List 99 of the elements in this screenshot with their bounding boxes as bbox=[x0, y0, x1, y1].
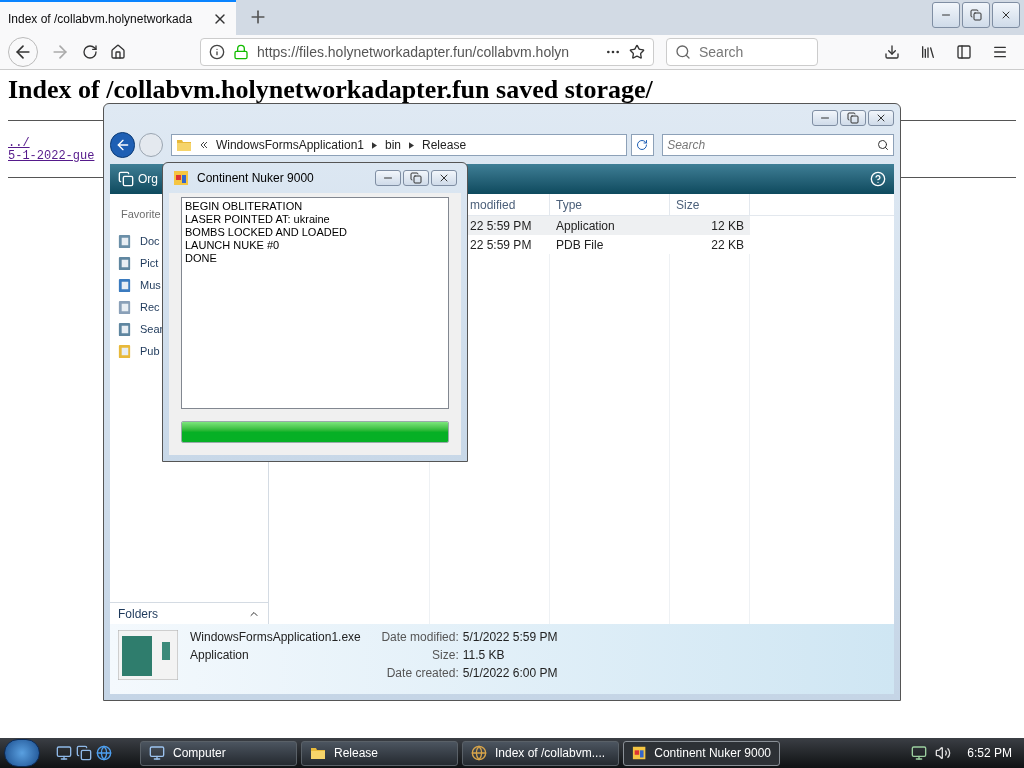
sidebar-icon[interactable] bbox=[956, 44, 972, 60]
browser-icon[interactable] bbox=[96, 745, 112, 761]
type-cell-text: Application bbox=[555, 217, 616, 235]
search-field[interactable]: Search bbox=[699, 41, 809, 63]
restore-icon bbox=[847, 112, 859, 124]
detail-label: Date created: bbox=[385, 665, 459, 682]
log-line: DONE bbox=[185, 252, 218, 265]
maximize-button[interactable] bbox=[403, 170, 429, 186]
search-icon[interactable] bbox=[877, 139, 889, 151]
download-icon[interactable] bbox=[884, 44, 900, 60]
file-type: Application bbox=[190, 647, 250, 664]
nav-item[interactable]: Sear bbox=[110, 318, 164, 341]
folder-icon bbox=[310, 745, 326, 761]
help-icon[interactable] bbox=[870, 171, 886, 187]
taskbar-button[interactable]: Continent Nuker 9000 bbox=[623, 740, 780, 766]
detail-value: 5/1/2022 6:00 PM bbox=[462, 665, 558, 682]
file-link[interactable]: ../ bbox=[8, 137, 30, 150]
back-button[interactable] bbox=[110, 132, 136, 158]
folder-icon bbox=[175, 137, 192, 153]
home-icon[interactable] bbox=[110, 44, 126, 60]
star-icon[interactable] bbox=[629, 44, 645, 60]
column-header[interactable]: Size bbox=[670, 194, 750, 215]
date-cell-text: 22 5:59 PM bbox=[469, 236, 533, 254]
restore-icon bbox=[970, 9, 982, 21]
close-icon bbox=[438, 172, 450, 184]
close-button[interactable] bbox=[431, 170, 457, 186]
clock[interactable]: 6:52 PM bbox=[967, 744, 1012, 762]
minimize-button[interactable] bbox=[932, 2, 960, 28]
pages-icon bbox=[118, 171, 134, 187]
file-icon bbox=[117, 234, 132, 249]
log-line: LAUNCH NUKE #0 bbox=[185, 239, 281, 252]
window-icon bbox=[173, 170, 189, 186]
nav-item[interactable]: Doc bbox=[110, 230, 160, 253]
search-field[interactable]: Search bbox=[667, 136, 877, 154]
start-button[interactable] bbox=[4, 739, 40, 767]
file-icon bbox=[117, 278, 132, 293]
search-icon bbox=[675, 44, 691, 60]
menu-icon[interactable] bbox=[992, 44, 1008, 60]
refresh-icon bbox=[636, 139, 649, 151]
computer-icon bbox=[149, 745, 165, 761]
lock-icon bbox=[233, 44, 249, 60]
type-cell-text: PDB File bbox=[555, 236, 605, 254]
triangle-icon[interactable] bbox=[409, 141, 415, 149]
breadcrumb-item[interactable]: bin bbox=[385, 136, 402, 154]
organize-button[interactable]: Org bbox=[118, 170, 158, 188]
triangle-icon[interactable] bbox=[372, 141, 377, 149]
size-cell-text: 12 KB bbox=[710, 217, 745, 235]
volume-icon[interactable] bbox=[935, 745, 952, 761]
switch-windows-icon[interactable] bbox=[76, 745, 92, 761]
minimize-button[interactable] bbox=[375, 170, 401, 186]
library-icon[interactable] bbox=[920, 44, 936, 60]
taskbar-button[interactable]: Index of /collabvm.... bbox=[462, 740, 619, 766]
detail-value: 5/1/2022 5:59 PM bbox=[462, 629, 558, 646]
maximize-button[interactable] bbox=[962, 2, 990, 28]
nav-item[interactable]: Mus bbox=[110, 274, 161, 297]
file-name: WindowsFormsApplication1.exe bbox=[190, 629, 361, 646]
close-icon bbox=[1000, 9, 1012, 21]
log-textarea[interactable]: BEGIN OBLITERATION LASER POINTED AT: ukraine BOMBS LOCKED AND LOADED LAUNCH NUKE #0 DONE bbox=[181, 197, 449, 409]
detail-value: 11.5 KB bbox=[462, 647, 505, 664]
restore-icon bbox=[410, 172, 422, 184]
minimize-button[interactable] bbox=[812, 110, 838, 126]
nav-item[interactable]: Pict bbox=[110, 252, 159, 275]
window-icon bbox=[632, 745, 647, 761]
search-box[interactable]: Search bbox=[666, 38, 818, 66]
detail-label: Size: bbox=[431, 647, 459, 664]
nav-header: Favorite bbox=[121, 207, 161, 222]
maximize-button[interactable] bbox=[840, 110, 866, 126]
globe-icon bbox=[471, 745, 487, 761]
file-link[interactable]: 5-1-2022-gue bbox=[8, 150, 95, 163]
date-cell-text: 22 5:59 PM bbox=[469, 217, 533, 235]
address-bar[interactable]: WindowsFormsApplication1 bin Release bbox=[170, 134, 627, 156]
column-header[interactable]: Type bbox=[550, 194, 670, 215]
reload-icon[interactable] bbox=[82, 44, 98, 60]
breadcrumb-item[interactable]: Release bbox=[422, 136, 467, 154]
taskbar-button[interactable]: Computer bbox=[140, 740, 297, 766]
taskbar-button[interactable]: Release bbox=[301, 740, 458, 766]
nav-item[interactable]: Pub bbox=[110, 340, 160, 363]
close-icon bbox=[875, 112, 887, 124]
thumbnail-icon bbox=[118, 630, 178, 680]
search-box[interactable]: Search bbox=[662, 134, 894, 156]
dialog-title: Continent Nuker 9000 bbox=[197, 170, 314, 187]
desktop-icon[interactable] bbox=[56, 745, 72, 761]
refresh-button[interactable] bbox=[630, 134, 655, 156]
info-icon[interactable] bbox=[209, 44, 225, 60]
breadcrumb-item[interactable]: WindowsFormsApplication1 bbox=[215, 136, 364, 154]
log-line: BEGIN OBLITERATION bbox=[185, 200, 304, 213]
folder-icon bbox=[117, 344, 132, 359]
browser-tab[interactable]: Index of /collabvm.holynetworkada bbox=[0, 0, 236, 35]
file-icon bbox=[117, 322, 132, 337]
close-button[interactable] bbox=[868, 110, 894, 126]
page-heading: Index of /collabvm.holynetworkadapter.fun saved storage/ bbox=[8, 76, 654, 104]
file-icon bbox=[117, 256, 132, 271]
network-icon[interactable] bbox=[911, 745, 928, 761]
size-cell-text: 22 KB bbox=[710, 236, 745, 254]
file-icon bbox=[117, 300, 132, 315]
double-chevron-icon[interactable] bbox=[199, 141, 208, 149]
nav-item[interactable]: Rec bbox=[110, 296, 160, 319]
url-field[interactable]: https://files.holynetworkadapter.fun/collabvm.holyn bbox=[200, 38, 654, 66]
detail-label: Date modified: bbox=[380, 629, 459, 646]
